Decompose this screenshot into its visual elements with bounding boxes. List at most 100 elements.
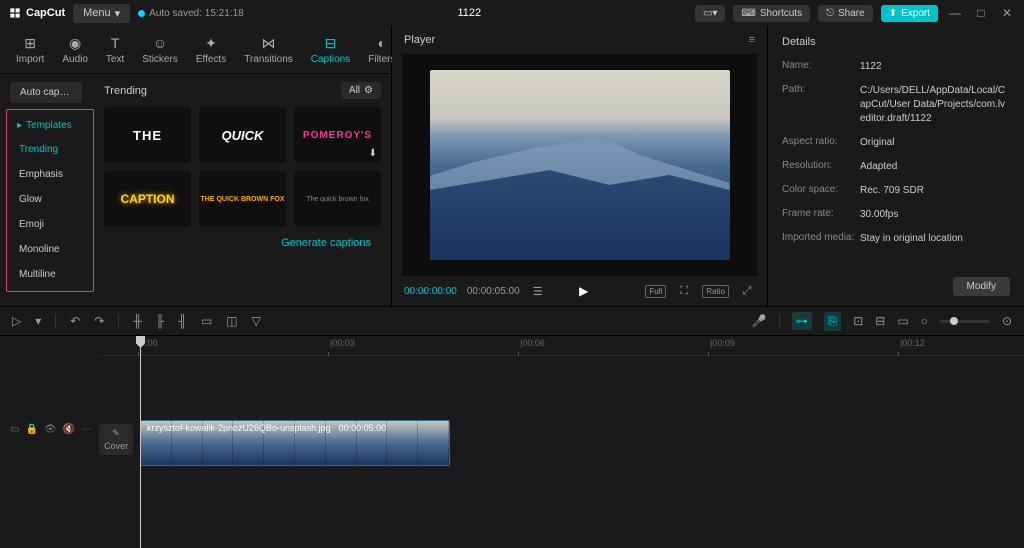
details-panel: Details Name:1122 Path:C:/Users/DELL/App…	[768, 26, 1024, 306]
layout-button[interactable]: ▭▾	[695, 5, 725, 22]
detail-aspect-ratio: Original	[860, 136, 1010, 150]
menu-button[interactable]: Menu▾	[73, 4, 130, 23]
template-card[interactable]: CAPTION	[104, 171, 191, 227]
detail-path: C:/Users/DELL/AppData/Local/CapCut/User …	[860, 84, 1010, 126]
effects-icon: ✦	[202, 34, 220, 52]
detail-imported-media: Stay in original location	[860, 232, 1010, 246]
mute-icon[interactable]: 🔇	[63, 424, 75, 435]
template-card[interactable]: QUICK	[199, 107, 286, 163]
tab-stickers[interactable]: ☺Stickers	[134, 30, 186, 69]
redo-icon[interactable]: ↷	[94, 314, 104, 328]
player-title: Player	[404, 34, 435, 46]
tab-captions[interactable]: ⊟Captions	[303, 30, 358, 69]
chevron-down-icon[interactable]: ▾	[35, 314, 41, 328]
align-icon[interactable]: ⊟	[875, 314, 885, 328]
category-multiline[interactable]: Multiline	[7, 262, 93, 287]
grid-section-title: Trending	[104, 85, 147, 97]
export-button[interactable]: ⬆ Export	[881, 5, 938, 22]
undo-icon[interactable]: ↶	[70, 314, 80, 328]
stickers-icon: ☺	[151, 34, 169, 52]
link-icon[interactable]: ⎘	[824, 312, 842, 331]
delete-icon[interactable]: ▭	[201, 314, 212, 328]
eye-icon[interactable]: 👁	[44, 424, 57, 435]
selection-tool-icon[interactable]: ▷	[12, 314, 21, 328]
magnetic-icon[interactable]: ⊶	[792, 312, 812, 330]
mic-icon[interactable]: 🎤	[752, 314, 767, 328]
duration-time: 00:00:05:00	[467, 286, 520, 297]
crop-icon[interactable]: ⛶	[676, 285, 692, 298]
track-toggle-icon[interactable]: ▭	[10, 424, 19, 435]
player-panel: Player ≡ 00:00:00:00 00:00:05:00 ☰ ▶ Ful…	[392, 26, 768, 306]
player-preview[interactable]	[402, 54, 757, 276]
lock-icon[interactable]: 🔒	[25, 424, 37, 435]
app-logo: CapCut	[8, 6, 65, 20]
category-glow[interactable]: Glow	[7, 187, 93, 212]
split-right-icon[interactable]: ╢	[178, 314, 187, 328]
category-emphasis[interactable]: Emphasis	[7, 162, 93, 187]
split-icon[interactable]: ╫	[133, 314, 142, 328]
caption-categories: ▸ Templates Trending Emphasis Glow Emoji…	[6, 109, 94, 292]
chevron-down-icon: ▾	[115, 7, 121, 20]
crop-tool-icon[interactable]: ◫	[226, 314, 237, 328]
split-left-icon[interactable]: ╟	[156, 314, 165, 328]
text-icon: T	[106, 34, 124, 52]
more-icon[interactable]: ⋯	[81, 424, 91, 435]
category-templates[interactable]: ▸ Templates	[7, 114, 93, 137]
close-button[interactable]: ✕	[998, 4, 1016, 22]
detail-resolution: Adapted	[860, 160, 1010, 174]
current-time: 00:00:00:00	[404, 286, 457, 297]
playhead[interactable]	[140, 336, 141, 548]
shortcuts-button[interactable]: ⌨ Shortcuts	[733, 5, 810, 22]
zoom-fit-icon[interactable]: ⊙	[1002, 314, 1012, 328]
player-controls: 00:00:00:00 00:00:05:00 ☰ ▶ Full ⛶ Ratio…	[392, 276, 767, 306]
captions-icon: ⊟	[322, 34, 340, 52]
list-icon[interactable]: ☰	[530, 285, 546, 298]
timeline-ruler[interactable]: 0:00 |00:03 |00:06 |00:09 |00:12	[100, 336, 1024, 356]
template-card[interactable]: THE QUICK BROWN FOX	[199, 171, 286, 227]
fullscreen-icon[interactable]: ⤢	[739, 285, 755, 298]
zoom-out-icon[interactable]: ○	[921, 314, 928, 328]
modify-button[interactable]: Modify	[953, 277, 1010, 296]
tab-audio[interactable]: ◉Audio	[54, 30, 96, 69]
minimize-button[interactable]: —	[946, 4, 964, 22]
asset-tabs: ⊞Import ◉Audio TText ☺Stickers ✦Effects …	[0, 26, 391, 74]
category-emoji[interactable]: Emoji	[7, 212, 93, 237]
snap-icon[interactable]: ⊡	[853, 314, 863, 328]
preview-image	[430, 70, 730, 260]
project-title: 1122	[252, 7, 687, 19]
filter-all-button[interactable]: All ⚙	[341, 82, 381, 99]
filters-icon: ◐	[373, 34, 391, 52]
assets-panel: ⊞Import ◉Audio TText ☺Stickers ✦Effects …	[0, 26, 392, 306]
clip-label: krzysztof-kowalik-2pnozU26QBo-unsplash.j…	[147, 423, 386, 433]
detail-frame-rate: 30.00fps	[860, 208, 1010, 222]
shield-icon[interactable]: ▽	[252, 314, 261, 328]
video-clip[interactable]: krzysztof-kowalik-2pnozU26QBo-unsplash.j…	[140, 420, 450, 466]
template-card[interactable]: THE	[104, 107, 191, 163]
template-card[interactable]: POMEROY'S⬇	[294, 107, 381, 163]
titlebar: CapCut Menu▾ Auto saved: 15:21:18 1122 ▭…	[0, 0, 1024, 26]
play-button[interactable]: ▶	[579, 284, 588, 298]
autosave-status: Auto saved: 15:21:18	[138, 8, 244, 19]
ratio-badge[interactable]: Ratio	[702, 285, 729, 298]
maximize-button[interactable]: □	[972, 4, 990, 22]
tab-transitions[interactable]: ⋈Transitions	[236, 30, 301, 69]
timeline-tracks[interactable]: 0:00 |00:03 |00:06 |00:09 |00:12 krzyszt…	[100, 336, 1024, 548]
auto-captions-button[interactable]: Auto captio...	[10, 82, 82, 103]
details-title: Details	[782, 36, 1010, 48]
zoom-slider[interactable]	[940, 320, 990, 323]
full-badge[interactable]: Full	[645, 285, 666, 298]
status-dot-icon	[138, 10, 145, 17]
tab-text[interactable]: TText	[98, 30, 132, 69]
category-monoline[interactable]: Monoline	[7, 237, 93, 262]
audio-icon: ◉	[66, 34, 84, 52]
template-card[interactable]: The quick brown fox	[294, 171, 381, 227]
tab-effects[interactable]: ✦Effects	[188, 30, 234, 69]
category-trending[interactable]: Trending	[7, 137, 93, 162]
share-button[interactable]: ⎋ Share	[818, 5, 873, 22]
generate-captions-button[interactable]: Generate captions	[281, 237, 371, 249]
download-icon[interactable]: ⬇	[369, 148, 377, 159]
tab-import[interactable]: ⊞Import	[8, 30, 52, 69]
player-menu-icon[interactable]: ≡	[749, 34, 755, 46]
timeline-toolbar: ▷ ▾ ↶ ↷ ╫ ╟ ╢ ▭ ◫ ▽ 🎤 ⊶ ⎘ ⊡ ⊟ ▭ ○ ⊙	[0, 306, 1024, 336]
preview-icon[interactable]: ▭	[897, 314, 908, 328]
